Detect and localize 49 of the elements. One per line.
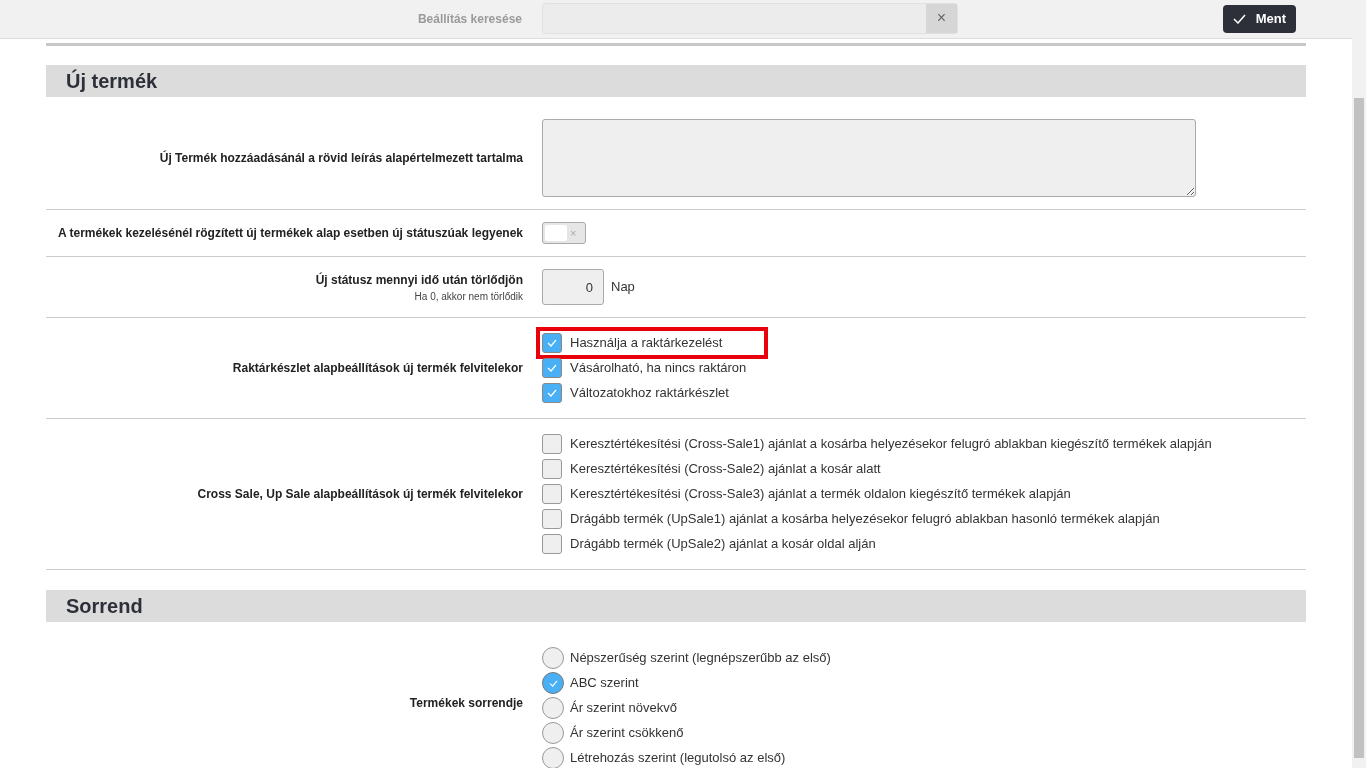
- checkbox-label: Keresztértékesítési (Cross-Sale1) ajánlat a kosárba helyezésekor felugró ablakban kiegészítő termékek alapján: [570, 435, 1212, 454]
- checkbox[interactable]: [542, 509, 562, 529]
- radio-button[interactable]: [542, 722, 564, 744]
- setting-label: Raktárkészlet alapbeállítások új termék felvitelekor: [231, 360, 523, 377]
- setting-label: A termékek kezelésénél rögzített új termékek alap esetben új státuszúak legyenek: [56, 225, 523, 242]
- section-title: Új termék: [66, 68, 158, 94]
- number-field[interactable]: 0: [542, 269, 604, 305]
- checkbox[interactable]: [542, 434, 562, 454]
- radio-label: Létrehozás szerint (legutolsó az első): [570, 749, 786, 768]
- search-label: Beállítás keresése: [416, 11, 523, 28]
- clear-button[interactable]: ×: [926, 3, 957, 33]
- checkbox[interactable]: [542, 333, 562, 353]
- setting-label: Új státusz mennyi idő után törlődjön: [314, 271, 523, 289]
- radio-label: Ár szerint növekvő: [570, 699, 677, 718]
- checkbox-label: Drágább termék (UpSale2) ajánlat a kosár oldal alján: [570, 535, 876, 554]
- check-icon: [547, 389, 557, 397]
- checkbox-label: Változatokhoz raktárkészlet: [570, 384, 729, 403]
- radio-label: Népszerűség szerint (legnépszerűbb az első): [570, 649, 831, 668]
- radio-button[interactable]: [542, 672, 564, 694]
- checkbox-label: Vásárolható, ha nincs raktáron: [570, 359, 747, 378]
- check-icon: [1232, 14, 1246, 24]
- checkbox[interactable]: [542, 383, 562, 403]
- section-title: Sorrend: [66, 594, 143, 619]
- setting-label: Cross Sale, Up Sale alapbeállítások új termék felvitelekor: [196, 486, 523, 503]
- setting-label: Termékek sorrendje: [408, 695, 523, 712]
- radio-button[interactable]: [542, 647, 564, 669]
- check-icon: [548, 679, 558, 687]
- radio-label: Ár szerint csökkenő: [570, 724, 684, 743]
- check-icon: [547, 339, 557, 347]
- setting-hint: Ha 0, akkor nem törlődik: [413, 289, 523, 304]
- scrollbar[interactable]: [1352, 0, 1366, 768]
- search-field[interactable]: ×: [542, 2, 958, 34]
- checkbox-label: Keresztértékesítési (Cross-Sale2) ajánlat a kosár alatt: [570, 460, 881, 479]
- text-area[interactable]: [542, 119, 1196, 197]
- checkbox-label: Drágább termék (UpSale1) ajánlat a kosárba helyezésekor felugró ablakban hasonló termékek alapján: [570, 510, 1160, 529]
- unit-label: Nap: [611, 278, 635, 297]
- check-icon: [547, 364, 557, 372]
- checkbox-label: Használja a raktárkezelést: [570, 334, 723, 353]
- checkbox[interactable]: [542, 358, 562, 378]
- checkbox[interactable]: [542, 534, 562, 554]
- radio-label: ABC szerint: [570, 674, 639, 693]
- checkbox[interactable]: [542, 459, 562, 479]
- setting-label: Új Termék hozzáadásánál a rövid leírás alapértelmezett tartalma: [158, 149, 523, 167]
- save-button[interactable]: Ment: [1222, 5, 1296, 33]
- off-mark: ×: [570, 227, 577, 239]
- radio-button[interactable]: [542, 747, 564, 768]
- radio-button[interactable]: [542, 697, 564, 719]
- checkbox-label: Keresztértékesítési (Cross-Sale3) ajánlat a termék oldalon kiegészítő termékek alapján: [570, 485, 1071, 504]
- checkbox[interactable]: [542, 484, 562, 504]
